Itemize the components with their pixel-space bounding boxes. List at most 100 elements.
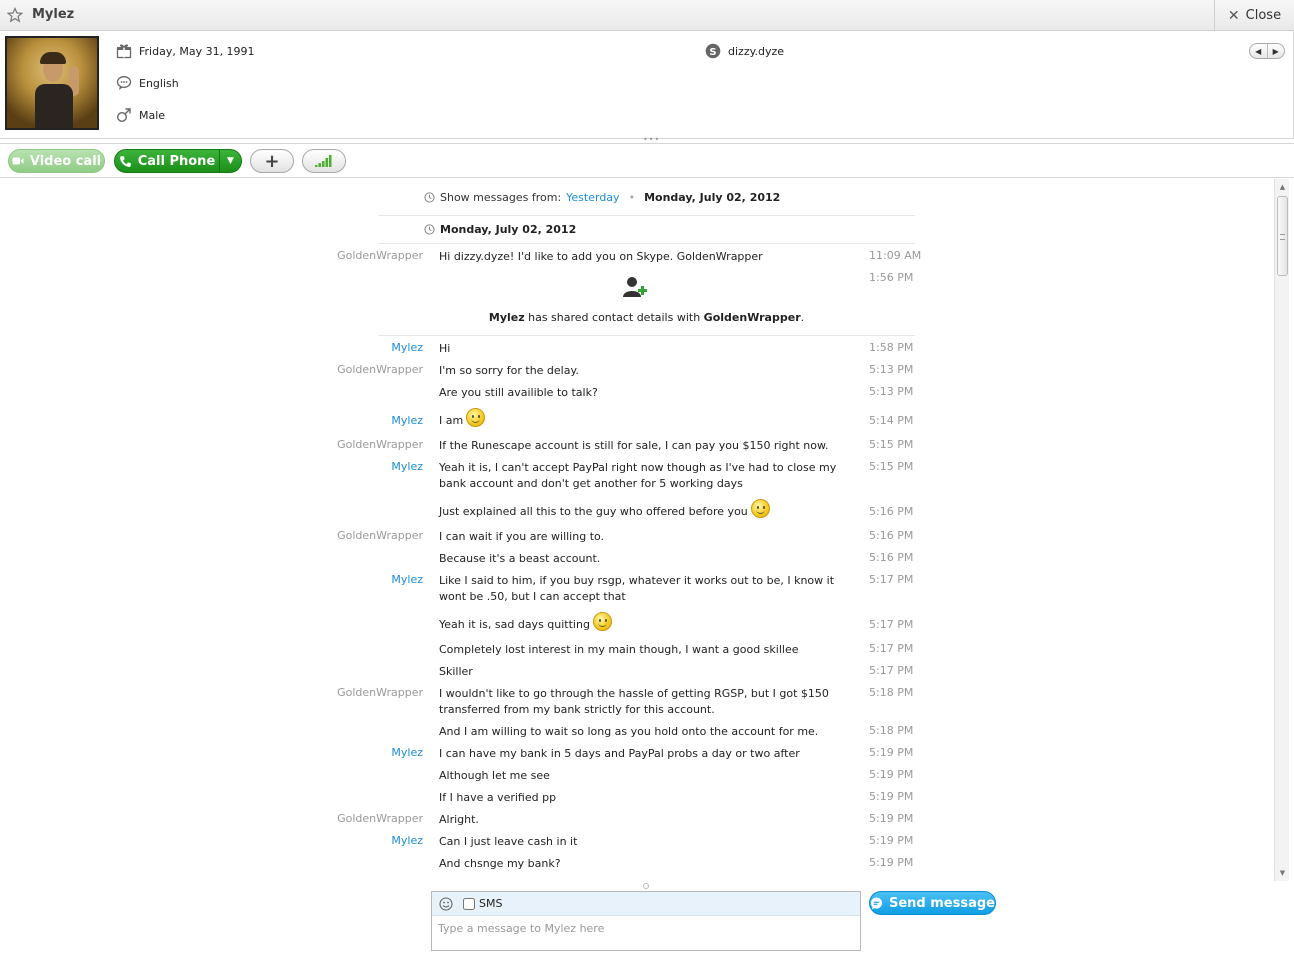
divider: [378, 243, 915, 244]
message-time: 5:13 PM: [869, 363, 914, 376]
resize-grip[interactable]: •••: [643, 136, 659, 144]
message-sender[interactable]: GoldenWrapper: [337, 686, 423, 699]
clock-icon: [424, 224, 435, 235]
gift-icon: [116, 44, 132, 59]
message-time: 5:19 PM: [869, 834, 914, 847]
profile-panel: Friday, May 31, 1991 English Male S dizz…: [0, 31, 1294, 139]
message-text: If the Runescape account is still for sa…: [439, 438, 859, 454]
message-text: Like I said to him, if you buy rsgp, wha…: [439, 573, 859, 605]
show-messages-from-label: Show messages from:: [440, 191, 562, 204]
scroll-thumb[interactable]: [1277, 196, 1288, 276]
message-text: Are you still availible to talk?: [439, 385, 859, 401]
message-time: 5:16 PM: [869, 551, 914, 564]
message-text-content: Hi: [439, 342, 451, 355]
message-sender[interactable]: Mylez: [391, 414, 423, 427]
sms-checkbox[interactable]: [463, 897, 475, 910]
message-input[interactable]: [432, 916, 860, 941]
skype-name-value: dizzy.dyze: [728, 44, 785, 58]
message-text: Hi dizzy.dyze! I'd like to add you on Sk…: [439, 250, 763, 263]
video-call-button[interactable]: Video call: [8, 149, 105, 173]
call-dropdown-chevron-icon[interactable]: ▼: [219, 150, 241, 172]
message-sender[interactable]: GoldenWrapper: [337, 438, 423, 451]
separator-dot: •: [628, 191, 636, 204]
message-text-content: Because it's a beast account.: [439, 552, 601, 565]
message-sender[interactable]: GoldenWrapper: [337, 812, 423, 825]
message-time: 5:17 PM: [869, 573, 914, 586]
message-text-content: Although let me see: [439, 769, 550, 782]
message-text-content: Just explained all this to the guy who o…: [439, 505, 748, 518]
message-text: Yeah it is, I can't accept PayPal right …: [439, 460, 859, 492]
message-time: 5:18 PM: [869, 724, 914, 737]
day-header-label: Monday, July 02, 2012: [440, 223, 577, 236]
message-time: 5:17 PM: [869, 664, 914, 677]
message-sender[interactable]: GoldenWrapper: [337, 249, 423, 262]
chat-scrollbar[interactable]: ▲ ▼: [1274, 179, 1289, 881]
message-text-content: Alright.: [439, 813, 479, 826]
message-sender[interactable]: GoldenWrapper: [337, 529, 423, 542]
message-time: 5:16 PM: [869, 505, 914, 518]
skype-logo-icon: S: [705, 43, 721, 59]
call-quality-button[interactable]: [302, 149, 346, 173]
sms-toggle[interactable]: SMS: [463, 897, 502, 910]
clock-icon: [424, 192, 435, 203]
close-button[interactable]: ✕ Close: [1214, 0, 1294, 31]
add-button[interactable]: +: [250, 149, 294, 173]
prev-arrow-icon[interactable]: ◀: [1250, 44, 1267, 58]
smiley-emoticon-icon: [592, 612, 612, 631]
emoticon-picker-icon[interactable]: [439, 896, 453, 911]
avatar[interactable]: [5, 36, 99, 130]
call-toolbar: Video call Call Phone ▼ +: [0, 143, 1294, 178]
scroll-down-arrow-icon[interactable]: ▼: [1275, 866, 1290, 880]
skype-name-row: S dizzy.dyze: [705, 43, 784, 59]
close-label: Close: [1245, 8, 1282, 23]
history-filter: Show messages from: Yesterday • Monday, …: [424, 191, 780, 204]
message-text: I'm so sorry for the delay.: [439, 363, 859, 379]
message-text: If I have a verified pp: [439, 790, 859, 806]
message-text: Can I just leave cash in it: [439, 834, 859, 850]
message-text: Skiller: [439, 664, 859, 680]
message-sender[interactable]: Mylez: [391, 341, 423, 354]
close-icon: ✕: [1227, 7, 1240, 24]
message-text-content: Completely lost interest in my main thou…: [439, 643, 799, 656]
message-time: 5:15 PM: [869, 460, 914, 473]
message-composer: SMS: [431, 891, 861, 951]
message-text-content: If the Runescape account is still for sa…: [439, 439, 829, 452]
yesterday-link[interactable]: Yesterday: [566, 191, 619, 204]
contact-name-title: Mylez: [32, 7, 75, 22]
message-text: Completely lost interest in my main thou…: [439, 642, 859, 658]
message-time: 1:56 PM: [869, 271, 914, 284]
send-message-button[interactable]: Send message: [869, 891, 996, 915]
message-time: 5:19 PM: [869, 768, 914, 781]
message-text: Because it's a beast account.: [439, 551, 859, 567]
message-text-content: Are you still availible to talk?: [439, 386, 598, 399]
scroll-up-arrow-icon[interactable]: ▲: [1275, 180, 1290, 194]
message-sender[interactable]: Mylez: [391, 834, 423, 847]
composer-toolbar: SMS: [432, 892, 860, 916]
message-text-content: And I am willing to wait so long as you …: [439, 725, 819, 738]
message-text: Yeah it is, sad days quitting: [439, 612, 859, 633]
current-date[interactable]: Monday, July 02, 2012: [644, 191, 780, 204]
message-text-content: Yeah it is, sad days quitting: [439, 618, 590, 631]
composer-resize-grip[interactable]: [643, 883, 649, 889]
message-text-content: Yeah it is, I can't accept PayPal right …: [439, 461, 837, 490]
call-phone-main[interactable]: Call Phone: [115, 150, 219, 172]
message-sender[interactable]: Mylez: [391, 746, 423, 759]
message-sender[interactable]: GoldenWrapper: [337, 363, 423, 376]
divider: [378, 215, 915, 216]
message-time: 5:17 PM: [869, 618, 914, 631]
message-sender[interactable]: Mylez: [391, 573, 423, 586]
message-text-content: If I have a verified pp: [439, 791, 557, 804]
message-text: Although let me see: [439, 768, 859, 784]
language-row: English: [116, 75, 179, 91]
message-text: I wouldn't like to go through the hassle…: [439, 686, 859, 718]
message-sender[interactable]: Mylez: [391, 460, 423, 473]
next-arrow-icon[interactable]: ▶: [1266, 44, 1285, 58]
signal-bars-icon: [315, 155, 332, 167]
call-phone-button[interactable]: Call Phone ▼: [114, 149, 242, 173]
message-text: Just explained all this to the guy who o…: [439, 499, 859, 520]
video-camera-icon: [12, 157, 24, 165]
send-message-label: Send message: [889, 895, 995, 911]
message-text-content: I'm so sorry for the delay.: [439, 364, 579, 377]
favorite-star-icon[interactable]: [7, 7, 23, 23]
message-time: 5:19 PM: [869, 856, 914, 869]
